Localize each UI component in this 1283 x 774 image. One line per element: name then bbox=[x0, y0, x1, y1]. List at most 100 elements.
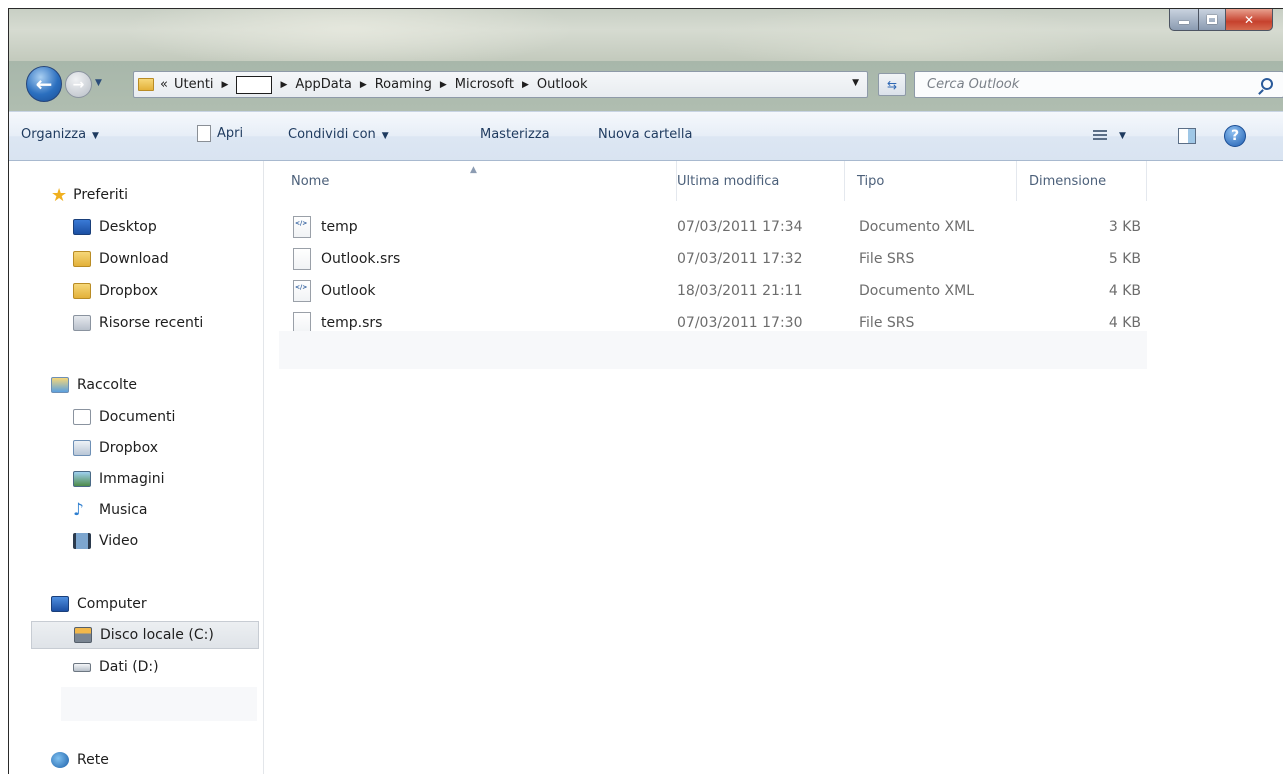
sidebar-item-network[interactable]: Rete bbox=[51, 746, 301, 774]
sidebar-item-drive-c[interactable]: Disco locale (C:) bbox=[31, 621, 259, 649]
file-name: temp bbox=[321, 219, 358, 235]
file-type: Documento XML bbox=[859, 283, 975, 299]
organize-button[interactable]: Organizza ▼ bbox=[21, 127, 99, 142]
documents-icon bbox=[73, 409, 91, 425]
file-size: 4 KB bbox=[1108, 283, 1141, 299]
chevron-down-icon: ▼ bbox=[381, 131, 389, 141]
file-row[interactable]: Outlook.srs 07/03/2011 17:32 File SRS 5 … bbox=[279, 244, 1147, 276]
breadcrumb-microsoft[interactable]: Microsoft bbox=[455, 77, 514, 92]
command-bar: Organizza ▼ Apri Condividi con ▼ Masterizz… bbox=[9, 111, 1283, 161]
chevron-down-icon: ▼ bbox=[92, 131, 99, 141]
computer-icon bbox=[51, 596, 69, 612]
search-icon[interactable] bbox=[1261, 78, 1273, 90]
folder-icon bbox=[138, 78, 154, 91]
file-size: 5 KB bbox=[1108, 251, 1141, 267]
breadcrumb-redacted-user[interactable] bbox=[236, 75, 273, 94]
sidebar-item-favorites[interactable]: ★ Preferiti bbox=[51, 181, 301, 209]
new-folder-label: Nuova cartella bbox=[598, 127, 693, 142]
breadcrumb-outlook[interactable]: Outlook bbox=[537, 77, 588, 92]
title-bar[interactable]: ✕ bbox=[9, 9, 1283, 61]
column-header-modified[interactable]: Ultima modifica bbox=[665, 161, 845, 201]
organize-label: Organizza bbox=[21, 127, 87, 142]
sidebar-item-libraries[interactable]: Raccolte bbox=[51, 371, 301, 399]
preview-pane-icon[interactable] bbox=[1178, 128, 1196, 144]
file-row[interactable]: Outlook 18/03/2011 21:11 Documento XML 4… bbox=[279, 276, 1147, 308]
sidebar-item-label: Video bbox=[99, 533, 139, 549]
breadcrumb-separator-icon[interactable]: ▶ bbox=[360, 80, 367, 90]
drive-c-icon bbox=[74, 627, 92, 643]
close-icon: ✕ bbox=[1243, 12, 1255, 27]
breadcrumb-separator-icon[interactable]: ▶ bbox=[222, 80, 229, 90]
refresh-icon: ⇆ bbox=[886, 77, 898, 92]
open-label: Apri bbox=[217, 126, 244, 141]
caption-buttons: ✕ bbox=[1169, 9, 1273, 35]
sidebar-item-label: Immagini bbox=[99, 471, 165, 487]
download-folder-icon bbox=[73, 251, 91, 267]
file-modified: 07/03/2011 17:30 bbox=[677, 315, 803, 331]
breadcrumb-separator-icon[interactable]: ▶ bbox=[280, 80, 287, 90]
open-button[interactable]: Apri bbox=[197, 125, 243, 142]
burn-button[interactable]: Masterizza bbox=[480, 127, 550, 142]
sidebar-item-label: Desktop bbox=[99, 219, 157, 235]
chevron-down-icon[interactable]: ▼ bbox=[1119, 131, 1126, 141]
pictures-icon bbox=[73, 471, 91, 487]
breadcrumb-roaming[interactable]: Roaming bbox=[375, 77, 432, 92]
new-folder-button[interactable]: Nuova cartella bbox=[598, 127, 692, 142]
sidebar-item-label: Dropbox bbox=[99, 440, 158, 456]
back-button[interactable]: ← bbox=[26, 66, 62, 102]
refresh-button[interactable]: ⇆ bbox=[878, 73, 906, 96]
drive-d-icon bbox=[73, 662, 91, 672]
navigation-row: ← → ▼ « Utenti ▶ ▶ AppData ▶ Roaming ▶ M… bbox=[9, 64, 1283, 104]
column-header-label: Nome bbox=[291, 173, 330, 189]
file-size: 3 KB bbox=[1108, 219, 1141, 235]
column-header-size[interactable]: Dimensione bbox=[1017, 161, 1147, 201]
file-size: 4 KB bbox=[1108, 315, 1141, 331]
sidebar-item-label: Risorse recenti bbox=[99, 315, 204, 331]
burn-label: Masterizza bbox=[480, 127, 550, 142]
music-note-icon: ♪ bbox=[73, 500, 84, 520]
sort-ascending-icon: ▲ bbox=[470, 165, 477, 175]
close-button[interactable]: ✕ bbox=[1226, 9, 1273, 31]
column-header-type[interactable]: Tipo bbox=[845, 161, 1017, 201]
file-row[interactable]: temp 07/03/2011 17:34 Documento XML 3 KB bbox=[279, 212, 1147, 244]
breadcrumb-overflow[interactable]: « bbox=[160, 77, 168, 92]
maximize-button[interactable] bbox=[1199, 9, 1226, 31]
file-type: File SRS bbox=[859, 251, 915, 267]
forward-button[interactable]: → bbox=[65, 71, 92, 98]
address-bar[interactable]: « Utenti ▶ ▶ AppData ▶ Roaming ▶ Microso… bbox=[133, 71, 868, 98]
breadcrumb-appdata[interactable]: AppData bbox=[295, 77, 351, 92]
minimize-icon bbox=[1179, 21, 1189, 24]
share-label: Condividi con bbox=[288, 127, 376, 142]
recent-pages-button[interactable]: ▼ bbox=[95, 78, 102, 88]
breadcrumb-separator-icon[interactable]: ▶ bbox=[522, 80, 529, 90]
sidebar-item-label: Computer bbox=[77, 596, 147, 612]
column-header-name[interactable]: Nome ▲ bbox=[279, 161, 677, 201]
network-icon bbox=[51, 752, 69, 768]
address-dropdown-icon[interactable]: ▼ bbox=[852, 78, 859, 88]
column-header-label: Ultima modifica bbox=[677, 173, 780, 189]
file-name: temp.srs bbox=[321, 315, 383, 331]
file-modified: 18/03/2011 21:11 bbox=[677, 283, 803, 299]
sidebar-item-label: Download bbox=[99, 251, 169, 267]
share-button[interactable]: Condividi con ▼ bbox=[288, 127, 389, 142]
libraries-icon bbox=[51, 377, 69, 393]
breadcrumb-separator-icon[interactable]: ▶ bbox=[440, 80, 447, 90]
breadcrumb-utenti[interactable]: Utenti bbox=[174, 77, 214, 92]
explorer-window: ✕ ← → ▼ « Utenti ▶ ▶ AppData ▶ Roaming ▶… bbox=[8, 8, 1283, 774]
view-options-icon[interactable] bbox=[1093, 130, 1107, 142]
maximize-icon bbox=[1207, 15, 1217, 24]
sidebar-item-label: Dati (D:) bbox=[99, 659, 159, 675]
search-input[interactable]: Cerca Outlook bbox=[914, 71, 1283, 98]
video-icon bbox=[73, 533, 91, 549]
sidebar-item-label: Musica bbox=[99, 502, 148, 518]
file-name: Outlook.srs bbox=[321, 251, 401, 267]
file-type: File SRS bbox=[859, 315, 915, 331]
help-icon[interactable]: ? bbox=[1224, 125, 1246, 147]
search-placeholder: Cerca Outlook bbox=[927, 77, 1020, 92]
sidebar-item-label: Disco locale (C:) bbox=[100, 627, 214, 643]
minimize-button[interactable] bbox=[1169, 9, 1199, 31]
dropbox-library-icon bbox=[73, 440, 91, 456]
sidebar-item-computer[interactable]: Computer bbox=[51, 590, 301, 618]
desktop-icon bbox=[73, 219, 91, 235]
column-header-label: Tipo bbox=[857, 173, 885, 189]
